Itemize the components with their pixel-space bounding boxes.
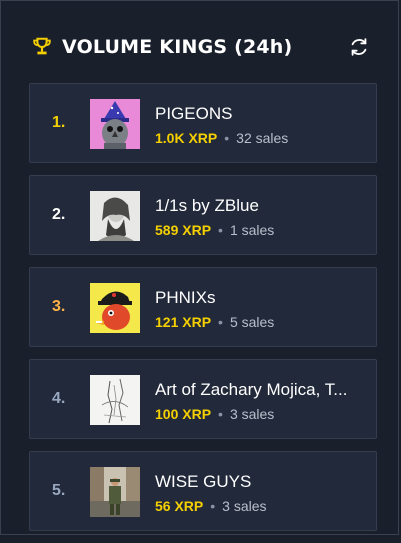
separator-dot-icon: • <box>210 498 216 514</box>
collection-name: PHNIXs <box>155 288 216 307</box>
rank-number: 5. <box>52 482 66 499</box>
rank-number: 3. <box>52 298 66 315</box>
volume-value: 1.0K XRP <box>155 130 218 146</box>
sales-count: 32 sales <box>236 130 289 146</box>
separator-dot-icon: • <box>218 406 223 422</box>
item-meta: 56 XRP • 3 sales <box>155 497 362 515</box>
rank-number: 4. <box>52 390 66 407</box>
collection-list: 1. PIGEONS 1.0K XRP • 32 sales 2. 1/1s b… <box>29 83 377 543</box>
list-item[interactable]: 4. Art of Zachary Mojica, T... 100 XRP • 3… <box>29 359 377 439</box>
item-info: PHNIXs 121 XRP • 5 sales <box>155 287 362 331</box>
collection-thumbnail-sketch-portrait <box>90 191 140 241</box>
list-item[interactable]: 1. PIGEONS 1.0K XRP • 32 sales <box>29 83 377 163</box>
list-item[interactable]: 5. WISE GUYS 56 XRP • 3 sales <box>29 451 377 531</box>
separator-dot-icon: • <box>224 130 230 146</box>
item-meta: 121 XRP • 5 sales <box>155 313 362 331</box>
item-info: Art of Zachary Mojica, T... 100 XRP • 3 sa… <box>155 379 362 423</box>
collection-thumbnail-line-art <box>90 375 140 425</box>
sales-count: 1 sales <box>229 222 275 238</box>
sales-count: 5 sales <box>229 314 275 330</box>
separator-dot-icon: • <box>218 222 223 238</box>
item-meta: 589 XRP • 1 sales <box>155 221 362 239</box>
refresh-icon[interactable] <box>348 36 370 58</box>
volume-value: 56 XRP <box>155 498 204 514</box>
collection-name: WISE GUYS <box>155 472 252 491</box>
sales-count: 3 sales <box>229 406 275 422</box>
rank-number: 2. <box>52 206 66 223</box>
collection-name: Art of Zachary Mojica, T... <box>155 380 348 399</box>
collection-name: 1/1s by ZBlue <box>155 196 259 215</box>
volume-value: 100 XRP <box>155 406 212 422</box>
collection-thumbnail-street-scene <box>90 467 140 517</box>
collection-thumbnail-phoenix <box>90 283 140 333</box>
panel-title: VOLUME KINGS (24h) <box>62 36 293 58</box>
panel-header: VOLUME KINGS (24h) <box>31 33 370 61</box>
item-meta: 100 XRP • 3 sales <box>155 405 362 423</box>
item-meta: 1.0K XRP • 32 sales <box>155 129 362 147</box>
collection-name: PIGEONS <box>155 104 233 123</box>
collection-thumbnail-pigeon <box>90 99 140 149</box>
rank-number: 1. <box>52 114 66 131</box>
sales-count: 3 sales <box>222 498 267 514</box>
volume-value: 121 XRP <box>155 314 212 330</box>
item-info: 1/1s by ZBlue 589 XRP • 1 sales <box>155 195 362 239</box>
separator-dot-icon: • <box>218 314 223 330</box>
volume-kings-panel: VOLUME KINGS (24h) 1. PIGEONS 1.0K XRP •… <box>0 0 399 535</box>
item-info: WISE GUYS 56 XRP • 3 sales <box>155 471 362 515</box>
item-info: PIGEONS 1.0K XRP • 32 sales <box>155 103 362 147</box>
trophy-icon <box>33 37 51 55</box>
list-item[interactable]: 2. 1/1s by ZBlue 589 XRP • 1 sales <box>29 175 377 255</box>
list-item[interactable]: 3. PHNIXs 121 XRP • 5 sales <box>29 267 377 347</box>
volume-value: 589 XRP <box>155 222 212 238</box>
